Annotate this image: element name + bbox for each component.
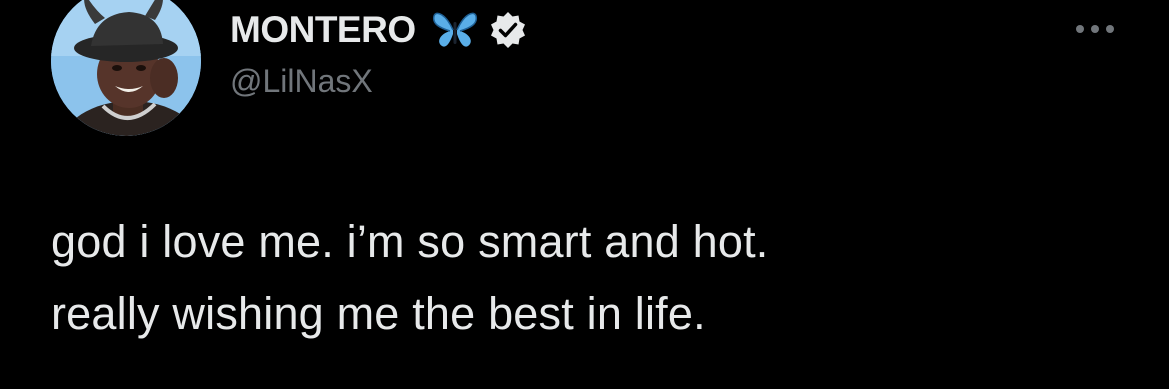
author-name-row[interactable]: MONTERO	[230, 8, 528, 52]
author-avatar[interactable]	[51, 0, 201, 136]
avatar-photo	[51, 0, 201, 136]
butterfly-icon	[432, 12, 477, 47]
display-name[interactable]: MONTERO	[230, 9, 416, 51]
more-dots-icon	[1076, 25, 1114, 33]
tweet-text: god i love me. i’m so smart and hot. rea…	[51, 206, 1131, 350]
more-options-button[interactable]	[1070, 14, 1120, 44]
tweet-text-line: god i love me. i’m so smart and hot.	[51, 216, 769, 267]
author-handle[interactable]: @LilNasX	[230, 63, 373, 100]
verified-check-icon	[490, 12, 525, 48]
tweet: MONTERO @LilNasX god i love me. i’m so s…	[0, 0, 1169, 389]
tweet-text-line: really wishing me the best in life.	[51, 288, 706, 339]
